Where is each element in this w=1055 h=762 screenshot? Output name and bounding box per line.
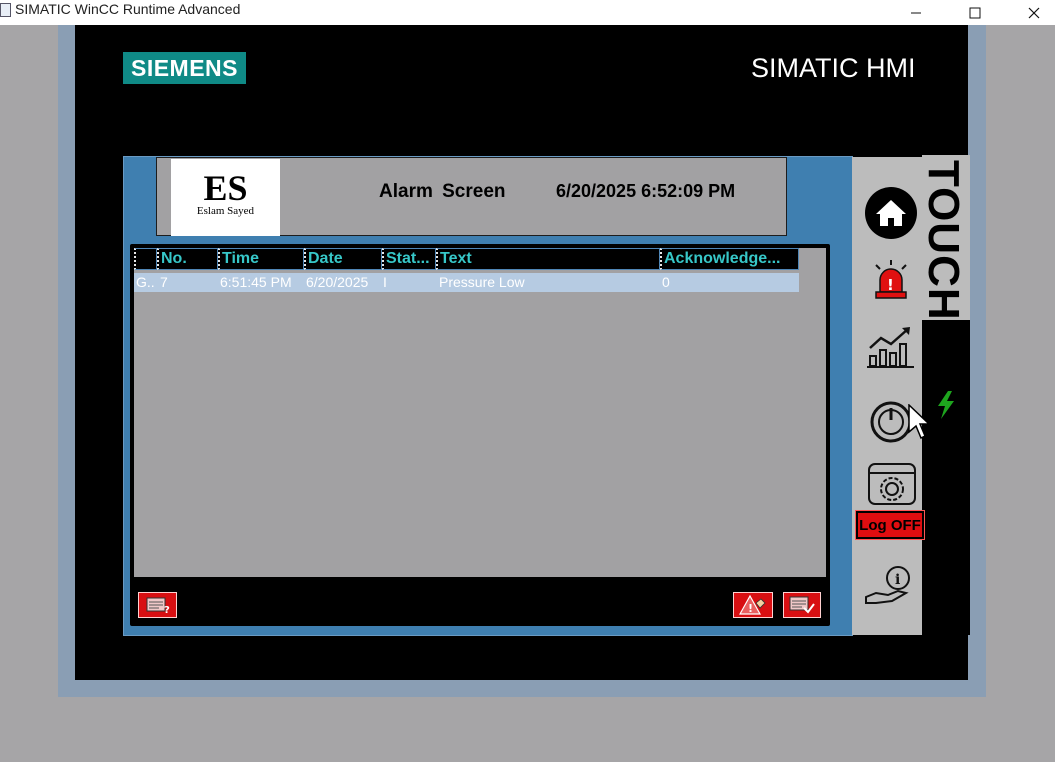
company-logo: ES Eslam Sayed bbox=[171, 159, 280, 236]
close-icon bbox=[1028, 7, 1040, 18]
row-no: 7 bbox=[160, 274, 168, 290]
product-label: SIMATIC HMI bbox=[751, 53, 916, 83]
column-header-date[interactable]: Date bbox=[304, 248, 382, 270]
row-status: I bbox=[383, 274, 387, 290]
alarm-siren-icon: ! bbox=[875, 260, 907, 299]
window-title-bar: SIMATIC WinCC Runtime Advanced bbox=[0, 0, 1055, 25]
touch-label: TOUCH bbox=[919, 160, 968, 321]
alarm-view[interactable] bbox=[134, 248, 826, 577]
window-title: SIMATIC WinCC Runtime Advanced bbox=[15, 1, 241, 17]
column-header-blank[interactable] bbox=[134, 248, 157, 270]
loop-in-alarm-button[interactable] bbox=[783, 592, 821, 618]
column-header-text[interactable]: Text bbox=[436, 248, 660, 270]
minimize-button[interactable] bbox=[893, 0, 939, 25]
side-black-strip bbox=[922, 320, 970, 635]
alarm-list-icon bbox=[789, 596, 815, 614]
maximize-icon bbox=[969, 7, 981, 18]
row-text: Pressure Low bbox=[439, 274, 525, 290]
trend-chart-icon bbox=[867, 327, 914, 368]
row-date: 6/20/2025 bbox=[306, 274, 369, 290]
logoff-button[interactable]: Log OFF bbox=[855, 510, 925, 540]
trend-button[interactable] bbox=[864, 324, 918, 370]
table-row[interactable]: G.. 7 6:51:45 PM 6/20/2025 I Pressure Lo… bbox=[134, 273, 799, 292]
svg-text:i: i bbox=[895, 572, 900, 588]
screen-title: Alarm Screen bbox=[379, 181, 506, 202]
alarm-column-headers: No. Time Date Stat... Text Acknowledge..… bbox=[134, 248, 799, 270]
row-acknowledge: 0 bbox=[662, 274, 670, 290]
column-header-acknowledge[interactable]: Acknowledge... bbox=[660, 248, 799, 270]
row-time: 6:51:45 PM bbox=[220, 274, 292, 290]
date-time-display: 6/20/2025 6:52:09 PM bbox=[556, 181, 736, 201]
acknowledge-alarm-button[interactable]: ! bbox=[733, 592, 773, 618]
column-header-time[interactable]: Time bbox=[218, 248, 304, 270]
home-icon bbox=[865, 187, 917, 239]
settings-button[interactable] bbox=[866, 461, 918, 507]
app-icon bbox=[0, 3, 11, 17]
svg-text:?: ? bbox=[164, 605, 170, 615]
row-prefix: G.. bbox=[136, 274, 155, 290]
logo-name: Eslam Sayed bbox=[196, 205, 255, 217]
alarm-button[interactable]: ! bbox=[866, 258, 916, 302]
minimize-icon bbox=[911, 12, 921, 13]
logo-initials: ES bbox=[203, 168, 248, 208]
lightning-icon bbox=[934, 390, 958, 425]
info-hand-icon: i bbox=[865, 566, 910, 604]
siemens-logo: SIEMENS bbox=[123, 52, 246, 84]
info-text-icon: ? bbox=[146, 597, 170, 615]
close-button[interactable] bbox=[1011, 0, 1055, 25]
alarm-info-button[interactable]: ? bbox=[138, 592, 177, 618]
svg-text:!: ! bbox=[748, 602, 753, 615]
maximize-button[interactable] bbox=[952, 0, 998, 25]
column-header-no[interactable]: No. bbox=[157, 248, 218, 270]
acknowledge-icon: ! bbox=[739, 594, 766, 615]
home-button[interactable] bbox=[863, 186, 919, 240]
mouse-cursor-icon bbox=[908, 403, 931, 449]
column-header-status[interactable]: Stat... bbox=[382, 248, 436, 270]
info-button[interactable]: i bbox=[862, 563, 914, 609]
settings-icon bbox=[868, 463, 916, 505]
